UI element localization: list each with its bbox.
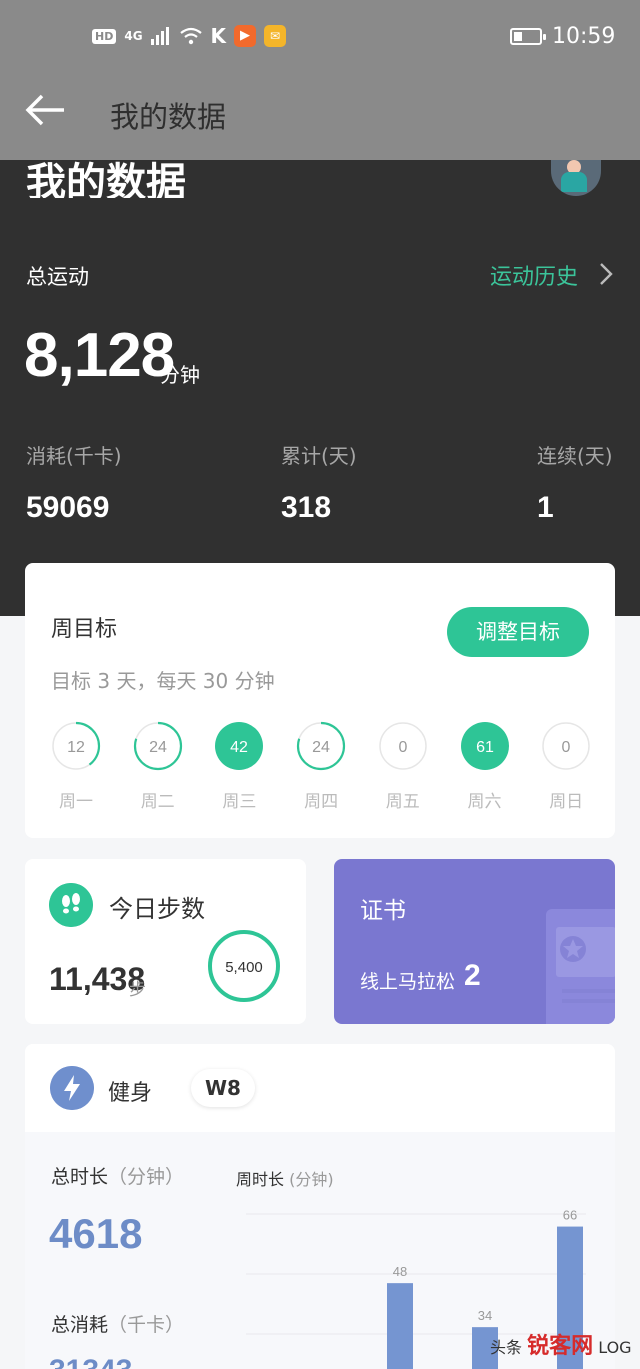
exercise-history-link[interactable]: 运动历史 <box>490 259 578 291</box>
signal-icon <box>150 27 169 45</box>
chart-bar-label: 34 <box>478 1308 492 1323</box>
day-label: 周一 <box>59 792 93 812</box>
chevron-right-icon[interactable] <box>598 262 614 286</box>
hd-icon: HD <box>92 28 117 44</box>
day-0: 12 周一 <box>51 721 101 812</box>
certificate-card[interactable]: 证书 线上马拉松 2 <box>334 859 615 1024</box>
total-exercise-unit: 分钟 <box>160 363 200 387</box>
certificate-subtitle: 线上马拉松 <box>360 971 456 993</box>
steps-goal-value: 5,400 <box>225 959 263 976</box>
stat-label: 连续(天) <box>537 444 613 468</box>
status-bar: HD 4G K ▶ ✉ 10:59 <box>0 0 640 74</box>
day-2: 42 周三 <box>214 721 264 812</box>
fitness-title: 健身 <box>108 1081 153 1106</box>
clock: 10:59 <box>552 24 616 49</box>
day-label: 周四 <box>304 792 339 812</box>
stat-label: 累计(天) <box>281 444 357 468</box>
fitness-duration-value: 4618 <box>49 1210 143 1257</box>
network-label: 4G <box>124 29 143 43</box>
mail-app-icon: ✉ <box>264 25 287 47</box>
watermark: 头条 锐客网 LOG <box>490 1334 632 1359</box>
fitness-card: 健身 W8 总时长（分钟） 4618 总消耗（千卡） 31343 周时长 (分钟… <box>25 1044 615 1369</box>
day-label: 周二 <box>140 792 175 812</box>
lightning-icon <box>50 1066 94 1110</box>
fitness-duration-label: 总时长（分钟） <box>51 1166 185 1188</box>
chart-bar <box>387 1283 413 1369</box>
day-minutes: 24 <box>312 739 330 756</box>
weekly-goal-card: 周目标 调整目标 目标 3 天，每天 30 分钟 12 周一 24 周二 42 周三 24 周… <box>25 563 615 838</box>
day-minutes: 0 <box>398 739 407 756</box>
k-app-icon: K <box>210 24 227 48</box>
day-minutes: 42 <box>230 739 248 756</box>
footprints-icon <box>49 883 93 927</box>
day-3: 24 周四 <box>296 721 346 812</box>
stat-value: 1 <box>537 491 554 524</box>
day-progress-ring: 24 <box>133 721 182 771</box>
certificate-count: 2 <box>464 959 481 992</box>
certificate-illustration <box>546 909 615 1024</box>
fitness-calories-value: 31343 <box>49 1354 132 1369</box>
day-4: 0 周五 <box>378 721 428 812</box>
app-bar: HD 4G K ▶ ✉ 10:59 我的数据 <box>0 0 640 160</box>
day-label: 周日 <box>549 792 584 812</box>
chart-bar-label: 48 <box>393 1264 407 1279</box>
stat-calories: 消耗(千卡) 59069 <box>26 440 122 525</box>
day-minutes: 12 <box>67 739 85 756</box>
day-label: 周五 <box>385 792 420 812</box>
chart-title: 周时长 (分钟) <box>236 1170 334 1189</box>
day-progress-ring: 61 <box>460 722 509 770</box>
stat-label: 消耗(千卡) <box>26 444 122 468</box>
video-app-icon: ▶ <box>234 25 257 47</box>
stat-value: 59069 <box>26 491 110 524</box>
chart-bar-label: 66 <box>563 1208 577 1223</box>
day-progress-ring: 12 <box>51 721 101 771</box>
weekly-goal-title: 周目标 <box>51 617 118 642</box>
total-exercise-value: 8,128 <box>24 321 175 390</box>
day-progress-ring: 0 <box>542 722 590 770</box>
day-progress-ring: 0 <box>379 722 427 770</box>
stat-streak-days: 连续(天) 1 <box>537 440 613 525</box>
total-exercise-label: 总运动 <box>26 265 89 289</box>
stat-value: 318 <box>281 491 332 524</box>
weekly-goal-days: 12 周一 24 周二 42 周三 24 周四 0 周五 61 周六 0 周日 <box>51 721 591 812</box>
today-steps-title: 今日步数 <box>109 895 205 923</box>
day-progress-ring: 24 <box>296 721 346 771</box>
day-minutes: 24 <box>149 739 167 756</box>
day-5: 61 周六 <box>460 721 510 812</box>
fitness-calories-label: 总消耗（千卡） <box>51 1314 185 1336</box>
day-1: 24 周二 <box>133 721 183 812</box>
arrow-left-icon[interactable] <box>24 88 68 132</box>
wifi-icon <box>179 27 202 45</box>
day-progress-ring: 42 <box>215 722 264 770</box>
today-steps-unit: 步 <box>129 980 146 1000</box>
day-6: 0 周日 <box>541 721 591 812</box>
today-steps-card[interactable]: 今日步数 11,438 步 5,400 <box>25 859 306 1024</box>
stat-total-days: 累计(天) 318 <box>281 440 357 525</box>
day-label: 周三 <box>222 792 257 812</box>
steps-goal-ring: 5,400 <box>208 930 280 1002</box>
day-minutes: 61 <box>476 739 494 756</box>
certificate-title: 证书 <box>360 898 406 924</box>
battery-icon <box>510 28 546 45</box>
adjust-goal-button[interactable]: 调整目标 <box>447 607 589 657</box>
day-label: 周六 <box>467 792 502 812</box>
day-minutes: 0 <box>562 739 571 756</box>
fitness-week-badge: W8 <box>191 1069 255 1107</box>
app-bar-title: 我的数据 <box>110 100 227 134</box>
weekly-goal-description: 目标 3 天，每天 30 分钟 <box>51 669 275 693</box>
